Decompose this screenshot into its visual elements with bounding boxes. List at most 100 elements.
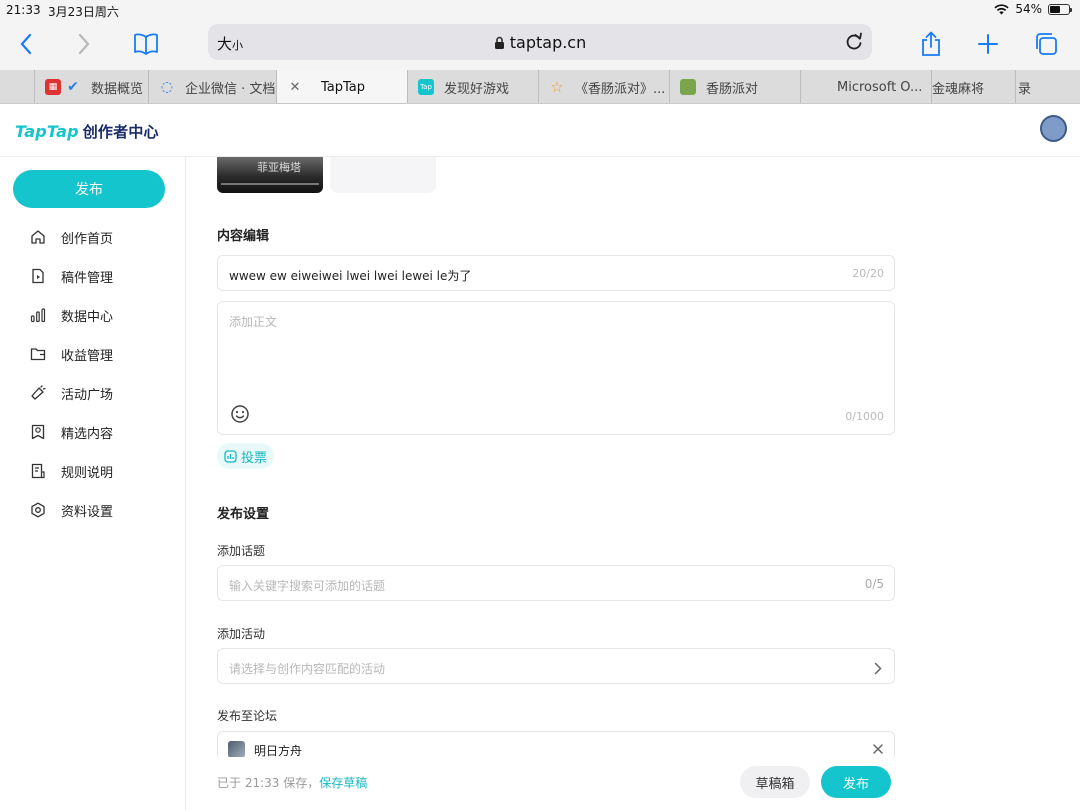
home-icon — [31, 230, 45, 244]
sidebar-item-featured[interactable]: 精选内容 — [30, 420, 113, 444]
star-favicon-icon: ☆ — [550, 78, 564, 96]
vote-icon — [224, 449, 237, 463]
address-bar[interactable]: 大小 taptap.cn — [208, 24, 872, 60]
battery-percent: 54% — [1015, 2, 1042, 16]
sidebar-item-manuscripts[interactable]: 稿件管理 — [30, 264, 113, 288]
sidebar-item-label: 收益管理 — [61, 348, 114, 364]
url-value: taptap.cn — [509, 33, 587, 52]
main-content: 菲亚梅塔 内容编辑 wwew ew eiweiwei lwei lwei lew… — [187, 157, 1080, 810]
new-tab-icon[interactable] — [970, 26, 1006, 62]
sidebar-item-label: 稿件管理 — [61, 270, 114, 286]
sidebar-item-home[interactable]: 创作首页 — [30, 225, 113, 249]
tab-label: 录 — [1018, 81, 1032, 97]
status-date: 3月23日周六 — [48, 5, 119, 19]
topic-placeholder: 输入关键字搜索可添加的话题 — [229, 579, 386, 593]
tab-sausage-party[interactable]: 香肠派对 — [669, 70, 800, 103]
sidebar-item-label: 资料设置 — [61, 504, 114, 520]
status-right: 54% — [994, 2, 1072, 16]
activity-placeholder: 请选择与创作内容匹配的活动 — [229, 662, 386, 676]
game-favicon-icon — [680, 79, 696, 95]
sidebar-item-label: 创作首页 — [61, 231, 114, 247]
lock-icon — [494, 36, 504, 49]
tab-label: 企业微信 · 文档 — [185, 81, 276, 97]
wifi-icon — [994, 3, 1009, 14]
sidebar-item-earnings[interactable]: 收益管理 — [30, 342, 113, 366]
tab-mahjong[interactable]: 金魂麻将 — [931, 70, 1015, 103]
sidebar: 发布 创作首页 稿件管理 数据中心 收益管理 活动广场 精选内容 规则说明 资料… — [0, 157, 186, 810]
tab-label: Microsoft O... — [837, 79, 923, 95]
tab-label: 金魂麻将 — [932, 81, 985, 97]
share-icon[interactable] — [913, 26, 949, 62]
tab-discover-games[interactable]: Tap 发现好游戏 — [407, 70, 538, 103]
calendar-favicon-icon: ▦ — [45, 79, 61, 95]
title-input[interactable]: wwew ew eiweiwei lwei lwei lewei le为了 20… — [217, 255, 895, 291]
uploaded-image-thumbnail[interactable]: 菲亚梅塔 — [217, 157, 323, 193]
editor-footer: 已于 21:33 保存，保存草稿 草稿箱 发布 — [187, 757, 1080, 810]
forum-game-icon — [228, 741, 245, 758]
tab-partial[interactable]: 录 — [1015, 70, 1080, 103]
sidebar-item-rules[interactable]: 规则说明 — [30, 459, 113, 483]
topic-search-input[interactable]: 输入关键字搜索可添加的话题 0/5 — [217, 565, 895, 601]
tab-data-overview[interactable]: ▦ ✔ 数据概览 — [34, 70, 148, 103]
microsoft-logo-icon — [811, 79, 827, 95]
autosave-status: 已于 21:33 保存，保存草稿 — [217, 774, 367, 791]
save-draft-link[interactable]: 保存草稿 — [319, 776, 367, 790]
content-section-title: 内容编辑 — [217, 229, 270, 244]
check-favicon-icon: ✔ — [67, 79, 79, 95]
tabs-overview-icon[interactable] — [1028, 26, 1064, 62]
forum-label: 发布至论坛 — [217, 709, 278, 723]
url-text[interactable]: taptap.cn — [208, 33, 872, 52]
sidebar-item-label: 规则说明 — [61, 465, 114, 481]
thumbnail-caption: 菲亚梅塔 — [257, 161, 301, 174]
sidebar-item-label: 精选内容 — [61, 426, 114, 442]
bar-chart-icon — [30, 308, 46, 323]
sidebar-item-activities[interactable]: 活动广场 — [30, 381, 113, 405]
sidebar-item-label: 数据中心 — [61, 309, 114, 325]
body-placeholder: 添加正文 — [229, 315, 278, 329]
megaphone-icon — [31, 385, 46, 400]
tab-taptap[interactable]: ✕ TapTap — [276, 70, 407, 103]
close-tab-icon[interactable]: ✕ — [287, 79, 303, 95]
wallet-icon — [30, 348, 46, 361]
emoji-icon[interactable] — [230, 404, 250, 428]
publish-settings-title: 发布设置 — [217, 507, 270, 522]
tab-label: TapTap — [321, 79, 366, 95]
site-header: TapTap 创作者中心 — [0, 104, 1080, 157]
status-bar: 21:33 3月23日周六 54% — [0, 0, 1080, 20]
topic-label: 添加话题 — [217, 544, 266, 558]
reload-icon[interactable] — [844, 31, 864, 57]
bookmarks-icon[interactable] — [128, 26, 164, 62]
badge-icon — [31, 424, 45, 440]
status-time: 21:33 — [6, 3, 41, 17]
rules-doc-icon — [31, 463, 45, 479]
forward-icon[interactable] — [66, 26, 102, 62]
body-char-count: 0/1000 — [845, 410, 884, 423]
body-textarea[interactable]: 添加正文 0/1000 — [217, 301, 895, 435]
vote-button[interactable]: 投票 — [217, 443, 274, 469]
taptap-creator-logo[interactable]: TapTap 创作者中心 — [15, 121, 159, 142]
sidebar-item-data-center[interactable]: 数据中心 — [30, 303, 113, 327]
tab-label: 香肠派对 — [706, 81, 759, 97]
drafts-button[interactable]: 草稿箱 — [740, 766, 810, 798]
tab-sausage-party-article[interactable]: ☆ 《香肠派对》... — [538, 70, 669, 103]
avatar[interactable] — [1040, 115, 1067, 142]
tab-label: 数据概览 — [91, 81, 144, 97]
tab-strip: ▦ ✔ 数据概览 ◌ 企业微信 · 文档 ✕ TapTap Tap 发现好游戏 … — [0, 70, 1080, 104]
back-icon[interactable] — [8, 26, 44, 62]
topic-count: 0/5 — [864, 577, 884, 591]
tab-label: 发现好游戏 — [444, 81, 510, 97]
activity-select[interactable]: 请选择与创作内容匹配的活动 — [217, 648, 895, 684]
sidebar-item-label: 活动广场 — [61, 387, 114, 403]
saved-text: 已于 21:33 保存， — [217, 776, 320, 790]
chevron-right-icon — [874, 660, 882, 679]
tab-microsoft[interactable]: Microsoft O... — [800, 70, 931, 103]
publish-button[interactable]: 发布 — [821, 766, 891, 798]
sidebar-publish-button[interactable]: 发布 — [13, 170, 165, 208]
tab-label: 《香肠派对》... — [575, 81, 666, 97]
taptap-favicon-icon: Tap — [418, 79, 434, 95]
add-image-slot[interactable] — [330, 157, 436, 193]
sidebar-item-profile-settings[interactable]: 资料设置 — [30, 498, 113, 522]
settings-icon — [31, 502, 45, 518]
title-char-count: 20/20 — [852, 267, 884, 280]
tab-wecom-docs[interactable]: ◌ 企业微信 · 文档 — [148, 70, 276, 103]
